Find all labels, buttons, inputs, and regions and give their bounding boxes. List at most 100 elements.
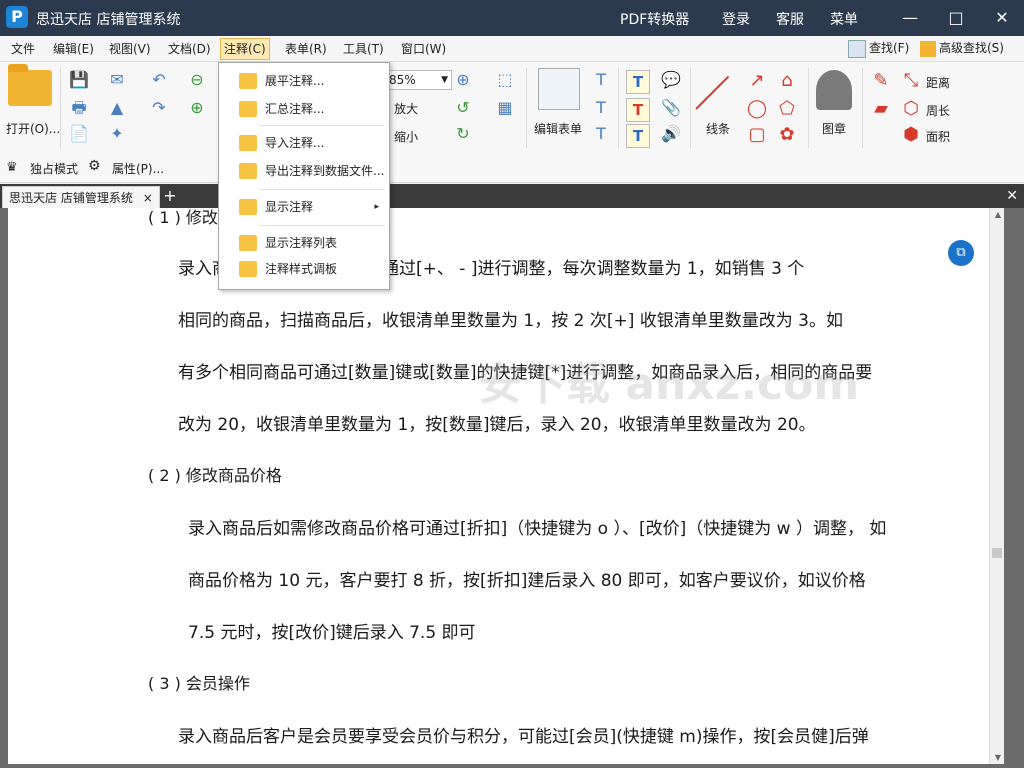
pencil-icon[interactable]: ✎ <box>870 70 892 92</box>
rectangle-icon[interactable]: ▢ <box>746 124 768 146</box>
menu-edit[interactable]: 编辑(E) <box>50 40 97 58</box>
rotate-right-icon[interactable]: ↻ <box>452 124 474 144</box>
distance-label[interactable]: 距离 <box>926 74 950 91</box>
menu-item-export-comments[interactable]: 导出注释到数据文件... <box>219 159 389 183</box>
new-document-icon[interactable]: ✦ <box>106 124 128 144</box>
ellipse-icon[interactable]: ◯ <box>746 98 768 120</box>
scroll-thumb[interactable] <box>992 548 1002 558</box>
advanced-find-button[interactable]: 高级查找(S) <box>920 39 1004 57</box>
attachment-icon[interactable]: 📎 <box>660 98 682 118</box>
document-arrow-icon[interactable]: 📄 <box>68 124 90 144</box>
menu-item-import-comments[interactable]: 导入注释... <box>219 131 389 155</box>
document-tab-label: 思迅天店 店铺管理系统 <box>9 191 133 205</box>
eraser-icon[interactable]: ▰ <box>870 98 892 120</box>
maximize-icon[interactable]: □ <box>944 6 968 30</box>
print-icon[interactable]: 🖶 <box>68 98 90 118</box>
menu-bar: 文件 编辑(E) 视图(V) 文档(D) 注释(C) 表单(R) 工具(T) 窗… <box>0 36 1024 62</box>
zoom-in-icon[interactable]: ⊕ <box>452 70 474 90</box>
minimize-icon[interactable]: — <box>898 6 922 30</box>
stamp-label[interactable]: 图章 <box>822 120 846 137</box>
note-icon[interactable]: 💬 <box>660 70 682 90</box>
insert-image-icon[interactable]: ▦ <box>494 98 516 118</box>
properties-button[interactable]: 属性(P)... <box>112 160 164 177</box>
submenu-arrow-icon: ▸ <box>374 202 379 212</box>
menu-tools[interactable]: 工具(T) <box>340 40 387 58</box>
menu-document[interactable]: 文档(D) <box>165 40 214 58</box>
zoom-select[interactable]: 85% ▼ <box>384 70 452 90</box>
tab-close-icon[interactable]: × <box>143 187 153 209</box>
text-field-icon[interactable]: T <box>590 70 612 90</box>
perimeter-label[interactable]: 周长 <box>926 102 950 119</box>
vertical-scrollbar[interactable]: ▲ ▼ <box>989 208 1004 764</box>
text-box-icon[interactable]: T <box>590 98 612 118</box>
add-tab-icon[interactable]: + <box>160 186 180 206</box>
sound-icon[interactable]: 🔊 <box>660 124 682 144</box>
properties-icon: ⚙ <box>88 158 101 174</box>
menu-item-comment-style-palette[interactable]: 注释样式调板 <box>219 257 389 281</box>
strikeout-icon[interactable]: T <box>626 98 650 122</box>
document-tab-bar: 思迅天店 店铺管理系统 × + ✕ <box>0 184 1024 209</box>
summarize-comment-icon <box>239 101 257 117</box>
support-link[interactable]: 客服 <box>776 9 804 29</box>
exclusive-mode-button[interactable]: 独占模式 <box>30 160 78 177</box>
heading-1: ( 1 ) 修改 <box>148 208 218 227</box>
menu-file[interactable]: 文件 <box>8 40 38 58</box>
line-tool-icon[interactable] <box>695 75 730 110</box>
area-label[interactable]: 面积 <box>926 128 950 145</box>
zoom-out-label[interactable]: 缩小 <box>394 128 418 145</box>
area-icon[interactable]: ⬢ <box>900 124 922 146</box>
stamp-icon[interactable] <box>816 70 852 110</box>
watermark: 安下载 anxz.com <box>478 359 860 410</box>
edit-form-label[interactable]: 编辑表单 <box>534 120 582 137</box>
paragraph-line: 录入商品后如需修改商品价格可通过[折扣]（快捷键为 o ）、[改价]（快捷键为 … <box>188 519 887 539</box>
menu-comment[interactable]: 注释(C) <box>220 38 270 60</box>
heading-2: ( 2 ) 修改商品价格 <box>148 466 282 485</box>
email-icon[interactable]: ✉ <box>106 70 128 90</box>
perimeter-icon[interactable]: ⬡ <box>900 98 922 120</box>
exclusive-mode-icon: ♛ <box>6 160 18 175</box>
scroll-down-icon[interactable]: ▼ <box>995 753 1001 762</box>
menu-window[interactable]: 窗口(W) <box>398 40 449 58</box>
edit-form-icon[interactable] <box>538 68 580 110</box>
open-button-label[interactable]: 打开(O)... <box>6 120 60 137</box>
import-comment-icon <box>239 135 257 151</box>
cloud-icon[interactable]: ✿ <box>776 124 798 146</box>
document-viewport: ( 1 ) 修改 录入商品后如需修改数量可通过[+、 - ]进行调整，每次调整数… <box>0 208 1024 768</box>
close-all-tabs-icon[interactable]: ✕ <box>1006 186 1018 206</box>
flatten-comment-icon <box>239 73 257 89</box>
lines-label[interactable]: 线条 <box>706 120 730 137</box>
close-icon[interactable]: ✕ <box>990 6 1014 30</box>
polyline-icon[interactable]: ⌂ <box>776 70 798 92</box>
redo-icon[interactable]: ↷ <box>148 98 170 118</box>
menu-item-comment-list[interactable]: 显示注释列表 <box>219 231 389 255</box>
underline-icon[interactable]: T <box>626 124 650 148</box>
menu-form[interactable]: 表单(R) <box>282 40 330 58</box>
back-icon[interactable]: ⊖ <box>186 70 208 90</box>
document-tab[interactable]: 思迅天店 店铺管理系统 × <box>2 186 160 209</box>
pdf-page: ( 1 ) 修改 录入商品后如需修改数量可通过[+、 - ]进行调整，每次调整数… <box>8 208 1004 764</box>
undo-icon[interactable]: ↶ <box>148 70 170 90</box>
pdf-converter-link[interactable]: PDF转换器 <box>620 9 689 29</box>
typewriter-icon[interactable]: T <box>626 70 650 94</box>
find-button[interactable]: 查找(F) <box>848 39 909 58</box>
arrow-icon[interactable]: ↗ <box>746 70 768 92</box>
rotate-left-icon[interactable]: ↺ <box>452 98 474 118</box>
menu-item-summarize-comments[interactable]: 汇总注释... <box>219 97 389 121</box>
open-folder-icon[interactable] <box>8 64 52 106</box>
callout-icon[interactable]: T <box>590 124 612 144</box>
menu-item-show-comments[interactable]: 显示注释 ▸ <box>219 195 389 219</box>
scroll-up-icon[interactable]: ▲ <box>995 210 1001 219</box>
select-text-icon[interactable]: ⬚ <box>494 70 516 90</box>
menu-item-flatten-comments[interactable]: 展平注释... <box>219 69 389 93</box>
menu-link[interactable]: 菜单 <box>830 9 858 29</box>
scan-icon[interactable]: ▲ <box>106 98 128 118</box>
distance-icon[interactable]: ⤡ <box>900 70 922 92</box>
menu-view[interactable]: 视图(V) <box>106 40 154 58</box>
translate-icon[interactable]: ⧉ <box>948 240 974 266</box>
login-link[interactable]: 登录 <box>722 9 750 29</box>
forward-icon[interactable]: ⊕ <box>186 98 208 118</box>
zoom-in-label[interactable]: 放大 <box>394 100 418 117</box>
polygon-icon[interactable]: ⬠ <box>776 98 798 120</box>
save-icon[interactable]: 💾 <box>68 70 90 90</box>
comment-list-icon <box>239 235 257 251</box>
